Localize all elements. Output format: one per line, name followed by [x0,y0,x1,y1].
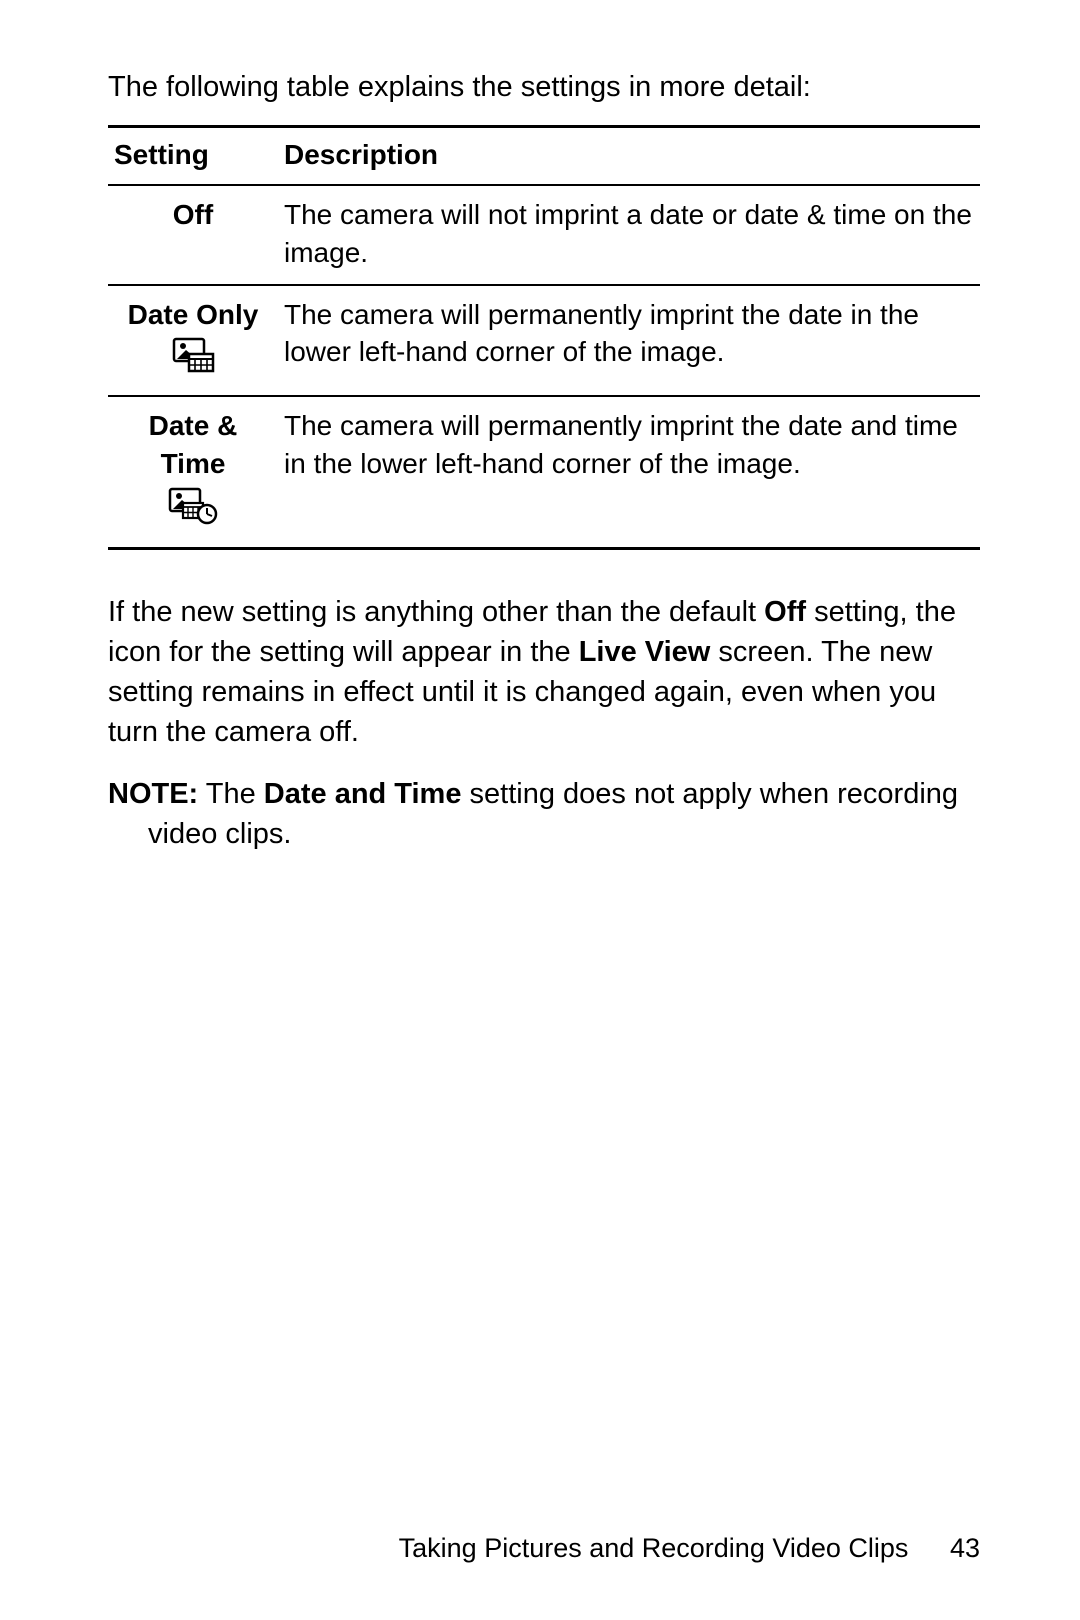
settings-table: Setting Description Off The camera will … [108,125,980,549]
intro-paragraph: The following table explains the setting… [108,68,980,107]
footer-chapter: Taking Pictures and Recording Video Clip… [399,1533,909,1563]
note-label: NOTE: [108,778,198,810]
setting-label: Date & Time [114,407,272,483]
table-row: Date Only [108,285,980,397]
text: The [198,778,264,810]
date-only-icon [171,337,215,383]
description-cell: The camera will permanently imprint the … [278,285,980,397]
header-setting: Setting [108,127,278,185]
after-paragraph: If the new setting is anything other tha… [108,592,980,752]
bold-off: Off [764,596,806,628]
setting-cell: Off [108,185,278,285]
table-header-row: Setting Description [108,127,980,185]
table-row: Off The camera will not imprint a date o… [108,185,980,285]
header-description: Description [278,127,980,185]
setting-cell: Date & Time [108,396,278,548]
description-cell: The camera will not imprint a date or da… [278,185,980,285]
setting-label: Date Only [114,296,272,334]
note-paragraph: NOTE: The Date and Time setting does not… [108,774,980,854]
table-row: Date & Time [108,396,980,548]
setting-label: Off [114,196,272,234]
page-content: The following table explains the setting… [0,0,1080,854]
bold-live-view: Live View [579,636,711,668]
setting-cell: Date Only [108,285,278,397]
text: If the new setting is anything other tha… [108,596,764,628]
date-time-icon [167,487,219,535]
page-footer: Taking Pictures and Recording Video Clip… [399,1533,980,1564]
description-cell: The camera will permanently imprint the … [278,396,980,548]
footer-page-number: 43 [950,1533,980,1563]
bold-date-and-time: Date and Time [264,778,462,810]
